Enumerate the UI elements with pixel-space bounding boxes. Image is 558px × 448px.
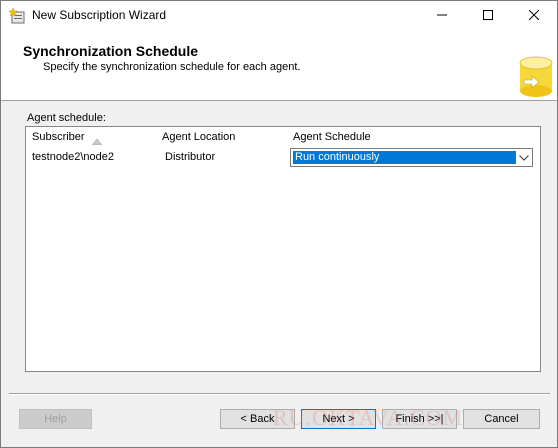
wizard-window: New Subscription Wizard Synchronization … [0, 0, 558, 448]
column-header-subscriber[interactable]: Subscriber [32, 131, 85, 143]
page-subtitle: Specify the synchronization schedule for… [43, 61, 301, 73]
agent-schedule-label: Agent schedule: [27, 112, 106, 124]
agent-schedule-selected-value: Run continuously [293, 151, 516, 164]
page-title: Synchronization Schedule [23, 43, 199, 59]
minimize-icon [437, 9, 447, 23]
next-button[interactable]: Next > [301, 409, 376, 429]
wizard-header: Synchronization Schedule Specify the syn… [1, 31, 557, 101]
close-icon [528, 9, 540, 23]
wizard-app-icon [8, 7, 25, 24]
title-bar[interactable]: New Subscription Wizard [1, 1, 557, 31]
help-button[interactable]: Help [19, 409, 92, 429]
agent-location-cell: Distributor [165, 151, 216, 163]
database-sync-icon [514, 53, 554, 101]
window-title: New Subscription Wizard [32, 8, 167, 22]
footer-divider [9, 393, 550, 395]
minimize-button[interactable] [419, 1, 465, 31]
close-button[interactable] [511, 1, 557, 31]
maximize-button[interactable] [465, 1, 511, 31]
maximize-icon [483, 9, 493, 23]
cancel-button[interactable]: Cancel [463, 409, 540, 429]
finish-button[interactable]: Finish >>| [382, 409, 457, 429]
agent-schedule-grid[interactable]: Subscriber Agent Location Agent Schedule… [25, 126, 541, 372]
subscriber-cell: testnode2\node2 [32, 151, 114, 163]
sort-ascending-icon [91, 134, 103, 146]
agent-schedule-dropdown[interactable]: Run continuously [290, 148, 533, 167]
chevron-down-icon[interactable] [518, 151, 530, 164]
back-button[interactable]: < Back [220, 409, 295, 429]
column-header-agent-location[interactable]: Agent Location [162, 131, 235, 143]
column-header-agent-schedule[interactable]: Agent Schedule [293, 131, 371, 143]
